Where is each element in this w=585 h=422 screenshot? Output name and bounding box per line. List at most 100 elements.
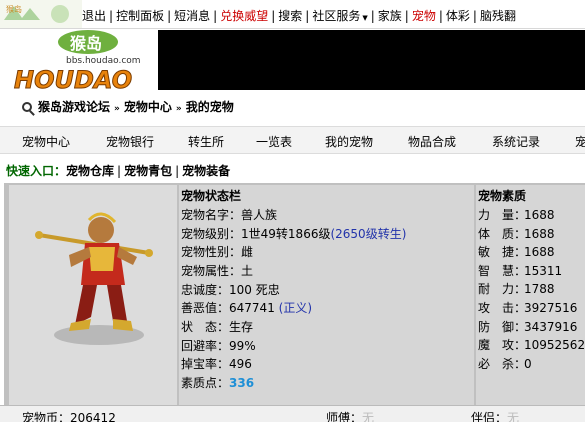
attribute-name: 攻 击： — [478, 301, 527, 315]
breadcrumb: 猴岛游戏论坛» 宠物中心» 我的宠物 — [22, 98, 234, 115]
divider: | — [167, 9, 172, 23]
pet-attr-label: 宠物属性： — [181, 264, 242, 278]
top-nav-link[interactable]: 兑换威望 — [220, 9, 268, 23]
pet-name-value: 兽人族 — [241, 208, 278, 222]
pet-gender-value: 雌 — [241, 245, 254, 259]
pet-partner-value: 无 — [507, 411, 520, 422]
pet-drop-value: 496 — [229, 357, 252, 371]
divider: | — [213, 9, 218, 23]
pet-drop-label: 掉宝率： — [181, 357, 230, 371]
divider: | — [305, 9, 310, 23]
pet-master-value: 无 — [362, 411, 375, 422]
pet-state-value: 生存 — [229, 320, 254, 334]
attribute-row: 体 质：1688 — [478, 225, 555, 242]
mini-logo-text: 猴岛 — [6, 4, 22, 14]
breadcrumb-item-my-pet[interactable]: 我的宠物 — [186, 100, 234, 114]
attribute-name: 体 质： — [478, 226, 527, 241]
pet-loyalty-label: 忠诚度： — [181, 283, 230, 297]
chevron-down-icon[interactable]: ▼ — [362, 14, 367, 22]
tab-rebirth[interactable]: 转生所 — [188, 133, 224, 150]
attribute-name: 力 量： — [478, 208, 527, 222]
tab-my-pet[interactable]: 我的宠物 — [325, 133, 373, 150]
attribute-value: 1688 — [524, 245, 555, 260]
divider: | — [109, 9, 114, 23]
pet-status-box: 宠物状态栏 宠物名字：兽人族 宠物级别：1世49转1866级(2650级转生) … — [179, 185, 474, 405]
divider: | — [438, 9, 443, 23]
logo-en-text: HOUDAO — [14, 66, 132, 94]
pet-quality-value[interactable]: 336 — [229, 376, 254, 390]
pet-state-label: 状 态： — [181, 320, 230, 334]
divider: | — [404, 9, 409, 23]
attribute-row: 力 量：1688 — [478, 206, 555, 223]
top-nav-link[interactable]: 控制面板 — [116, 9, 164, 23]
site-logo[interactable]: 猴岛 bbs.houdao.com HOUDAO — [0, 30, 158, 95]
quick-entry-label: 快速入口： — [6, 164, 67, 178]
pet-dodge-row: 回避率：99% — [181, 337, 256, 354]
pet-coins-label: 宠物币： — [22, 411, 71, 422]
tab-pet-bank[interactable]: 宠物银行 — [106, 133, 154, 150]
tab-pet-center[interactable]: 宠物中心 — [22, 133, 70, 150]
pet-name-label: 宠物名字： — [181, 208, 242, 222]
attribute-name: 必 杀： — [478, 356, 527, 371]
attribute-value: 3437916 — [524, 319, 578, 334]
tab-system-log[interactable]: 系统记录 — [492, 133, 540, 150]
divider: | — [472, 9, 477, 23]
logo-cn-text: 猴岛 — [70, 34, 102, 53]
top-nav-link[interactable]: 短消息 — [174, 9, 210, 23]
pet-level-value: 1世49转1866级 — [241, 227, 331, 241]
tab-pet-cut[interactable]: 宠 — [575, 133, 585, 150]
top-nav-link[interactable]: 社区服务 — [312, 9, 360, 23]
top-nav-link[interactable]: 家族 — [378, 9, 402, 23]
pet-level-row: 宠物级别：1世49转1866级(2650级转生) — [181, 225, 406, 242]
top-nav-link[interactable]: 退出 — [82, 9, 106, 23]
breadcrumb-arrow: » — [114, 104, 120, 114]
quick-link-warehouse[interactable]: 宠物仓库 — [66, 164, 114, 178]
attribute-value: 15311 — [524, 263, 563, 278]
attribute-row: 魔 攻：109525621 — [478, 336, 585, 353]
pet-image-box — [9, 185, 177, 405]
karma-justice-link[interactable]: (正义) — [279, 301, 312, 315]
pet-tab-bar: 宠物中心 宠物银行 转生所 一览表 我的宠物 物品合成 系统记录 宠 — [0, 126, 585, 154]
attribute-value: 1788 — [524, 282, 555, 297]
quick-link-equipment[interactable]: 宠物装备 — [182, 164, 230, 178]
pet-master: 师傅：无 — [326, 409, 374, 422]
monkey-warrior-icon — [35, 212, 153, 345]
attribute-name: 智 慧： — [478, 263, 527, 278]
attribute-name: 魔 攻： — [478, 338, 527, 353]
pet-attributes-box: 宠物素质 力 量：1688 体 质：1688 敏 捷：1688 智 慧：15311 耐 … — [476, 185, 585, 405]
attribute-row: 攻 击：3927516 — [478, 299, 577, 316]
pet-attr-row: 宠物属性：土 — [181, 262, 253, 279]
houdao-small-logo-icon: 猴岛 — [0, 0, 82, 28]
top-nav-link[interactable]: 宠物 — [412, 9, 436, 23]
breadcrumb-item-forum[interactable]: 猴岛游戏论坛 — [38, 100, 110, 114]
pet-master-label: 师傅： — [326, 411, 363, 422]
pet-partner-label: 伴侣： — [471, 411, 508, 422]
attribute-name: 耐 力： — [478, 282, 527, 297]
pet-bottom-row: 宠物币：206412 师傅：无 伴侣：无 — [0, 405, 585, 422]
divider: | — [370, 9, 375, 23]
logo-url-text: bbs.houdao.com — [66, 56, 141, 66]
attributes-title: 宠物素质 — [478, 189, 527, 203]
top-nav-link[interactable]: 体彩 — [446, 9, 470, 23]
pet-loyalty-row: 忠诚度：100 死忠 — [181, 281, 280, 298]
pet-attr-value: 土 — [241, 264, 254, 278]
pet-quality-label: 素质点： — [181, 376, 230, 390]
breadcrumb-arrow: » — [175, 104, 182, 114]
search-icon — [22, 102, 32, 112]
ad-banner[interactable] — [158, 30, 585, 90]
pet-drop-row: 掉宝率：496 — [181, 355, 252, 372]
rebirth-level-link[interactable]: (2650级转生) — [330, 227, 406, 241]
attribute-value: 1688 — [524, 226, 555, 241]
pet-loyalty-value: 100 死忠 — [229, 283, 280, 297]
tab-overview[interactable]: 一览表 — [256, 133, 292, 150]
attribute-row: 耐 力：1788 — [478, 280, 555, 297]
pet-dodge-value: 99% — [229, 339, 256, 353]
tab-item-synthesis[interactable]: 物品合成 — [408, 133, 456, 150]
breadcrumb-item-pet-center[interactable]: 宠物中心 — [124, 100, 172, 114]
attribute-name: 防 御： — [478, 319, 527, 334]
top-nav-link[interactable]: 搜索 — [278, 9, 302, 23]
attribute-row: 防 御：3437916 — [478, 318, 577, 335]
top-nav-link[interactable]: 脑残翻 — [480, 9, 516, 23]
pet-state-row: 状 态：生存 — [181, 318, 253, 335]
quick-link-bag[interactable]: 宠物青包 — [124, 164, 172, 178]
